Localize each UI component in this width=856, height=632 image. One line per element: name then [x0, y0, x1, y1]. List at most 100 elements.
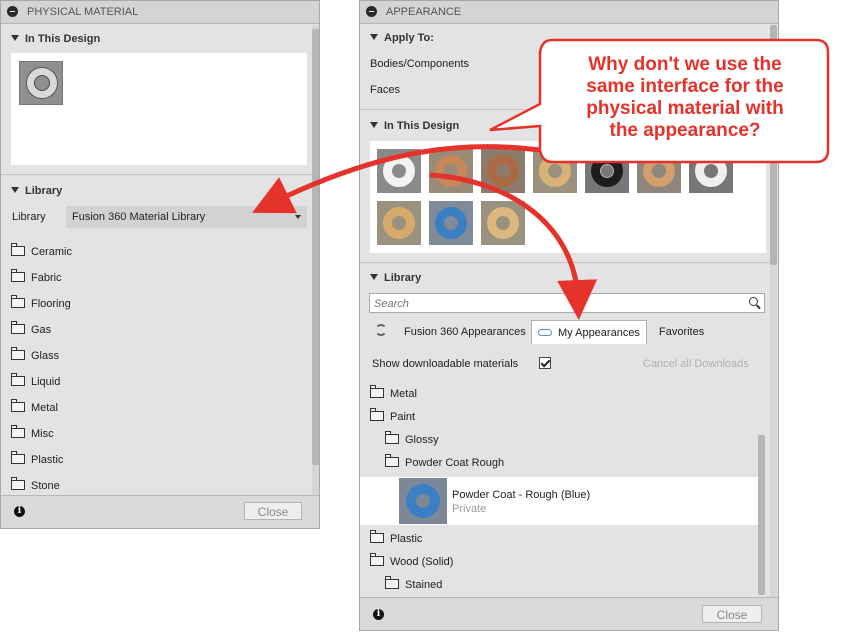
appearance-thumbnail[interactable] [481, 201, 525, 245]
folder-icon [370, 553, 384, 566]
wood-ring-icon [487, 155, 519, 187]
physical-material-titlebar: PHYSICAL MATERIAL [1, 1, 319, 24]
info-icon[interactable]: i [14, 506, 25, 517]
refresh-icon[interactable] [375, 324, 387, 336]
tree-folder-item[interactable]: Paint [370, 407, 415, 427]
folder-item[interactable]: Fabric [11, 268, 62, 288]
appearance-thumbnail[interactable] [429, 201, 473, 245]
panel-title: APPEARANCE [386, 6, 462, 18]
folder-item[interactable]: Gas [11, 320, 51, 340]
appearance-thumbnail[interactable] [377, 201, 421, 245]
collapse-triangle-icon [11, 187, 19, 193]
folder-icon [11, 373, 25, 386]
tree-scrollbar-thumb[interactable] [758, 435, 765, 595]
search-input[interactable] [372, 295, 736, 313]
folder-icon [11, 321, 25, 334]
folder-item[interactable]: Metal [11, 398, 58, 418]
tree-folder-item[interactable]: Stained [385, 575, 442, 595]
tree-folder-item[interactable]: Wood (Solid) [370, 552, 453, 572]
tree-folder-item[interactable]: Metal [370, 384, 417, 404]
collapse-triangle-icon [370, 122, 378, 128]
show-downloadable-label: Show downloadable materials [372, 358, 519, 370]
appearance-thumbnail[interactable] [585, 149, 629, 193]
black-ring-icon [591, 155, 623, 187]
apply-option-faces[interactable]: Faces [370, 84, 400, 96]
show-downloadable-checkbox[interactable] [539, 357, 551, 369]
folder-icon [11, 243, 25, 256]
steel-ring-icon [27, 68, 57, 98]
material-thumbnail[interactable] [19, 61, 63, 105]
folder-label: Fabric [31, 272, 62, 284]
folder-item[interactable]: Misc [11, 424, 54, 444]
tab-favorites[interactable]: Favorites [653, 320, 710, 344]
section-title: Apply To: [384, 32, 434, 44]
callout-text: Why don't we use the same interface for … [548, 54, 822, 142]
appearance-thumbnail[interactable] [689, 149, 733, 193]
blue-ring-icon [435, 207, 467, 239]
appearance-name: Powder Coat - Rough (Blue) [452, 489, 591, 501]
folder-item[interactable]: Liquid [11, 372, 60, 392]
panel-title: PHYSICAL MATERIAL [27, 6, 139, 18]
appearance-thumbnail[interactable] [533, 149, 577, 193]
tab-my-appearances[interactable]: My Appearances [531, 320, 647, 344]
callout-line: same interface for the [586, 76, 784, 97]
folder-icon [11, 347, 25, 360]
tree-folder-item[interactable]: Plastic [370, 529, 422, 549]
powder-coat-thumbnail [399, 478, 447, 524]
tree-folder-item[interactable]: Glossy [385, 430, 439, 450]
physical-material-panel: PHYSICAL MATERIAL In This Design Library… [0, 0, 320, 529]
folder-icon [370, 408, 384, 421]
panel-footer: i Close [1, 495, 319, 528]
blue-ring-icon [406, 484, 440, 518]
selected-appearance-item[interactable]: Powder Coat - Rough (Blue) Private [360, 477, 758, 525]
collapse-icon[interactable] [366, 6, 377, 17]
in-this-design-header[interactable]: In This Design [11, 33, 100, 45]
white-ring-icon [695, 155, 727, 187]
folder-label: Glossy [405, 434, 439, 446]
search-box[interactable] [369, 293, 765, 313]
in-this-design-header[interactable]: In This Design [370, 120, 459, 132]
folder-label: Powder Coat Rough [405, 457, 505, 469]
folder-label: Plastic [390, 533, 423, 545]
callout-line: physical material with [586, 98, 784, 119]
folder-icon [385, 576, 399, 589]
tab-fusion-360-appearances[interactable]: Fusion 360 Appearances [398, 320, 532, 344]
close-button[interactable]: Close [244, 502, 302, 520]
section-title: Library [384, 272, 422, 284]
search-icon-handle [756, 304, 761, 310]
library-header[interactable]: Library [370, 272, 421, 284]
folder-label: Glass [31, 350, 60, 362]
chevron-down-icon [295, 215, 301, 219]
folder-item[interactable]: Glass [11, 346, 59, 366]
appearance-thumbnail[interactable] [637, 149, 681, 193]
appearance-thumbnail[interactable] [429, 149, 473, 193]
library-header[interactable]: Library [11, 185, 62, 197]
appearance-thumbnail[interactable] [481, 149, 525, 193]
folder-item[interactable]: Plastic [11, 450, 63, 470]
folder-label: Gas [31, 324, 52, 336]
appearance-thumbnail[interactable] [377, 149, 421, 193]
folder-icon [370, 385, 384, 398]
collapse-triangle-icon [370, 34, 378, 40]
library-dropdown[interactable]: Fusion 360 Material Library [66, 206, 307, 228]
info-icon[interactable]: i [373, 609, 384, 620]
folder-item[interactable]: Flooring [11, 294, 71, 314]
white-ring-icon [383, 155, 415, 187]
tree-folder-item[interactable]: Powder Coat Rough [385, 453, 504, 473]
folder-label: Metal [31, 402, 58, 414]
close-button[interactable]: Close [702, 605, 762, 623]
library-dropdown-value: Fusion 360 Material Library [72, 211, 206, 223]
divider [1, 174, 313, 175]
folder-icon [11, 451, 25, 464]
apply-to-header[interactable]: Apply To: [370, 32, 434, 44]
apply-option-bodies[interactable]: Bodies/Components [370, 58, 469, 70]
section-title: In This Design [25, 33, 101, 45]
folder-item[interactable]: Ceramic [11, 242, 72, 262]
scrollbar-thumb[interactable] [312, 29, 319, 465]
cancel-all-downloads-button[interactable]: Cancel all Downloads [643, 358, 749, 370]
section-title: Library [25, 185, 63, 197]
folder-icon [385, 431, 399, 444]
collapse-icon[interactable] [7, 6, 18, 17]
callout-line: Why don't we use the [588, 54, 782, 75]
folder-item[interactable]: Stone [11, 476, 60, 496]
